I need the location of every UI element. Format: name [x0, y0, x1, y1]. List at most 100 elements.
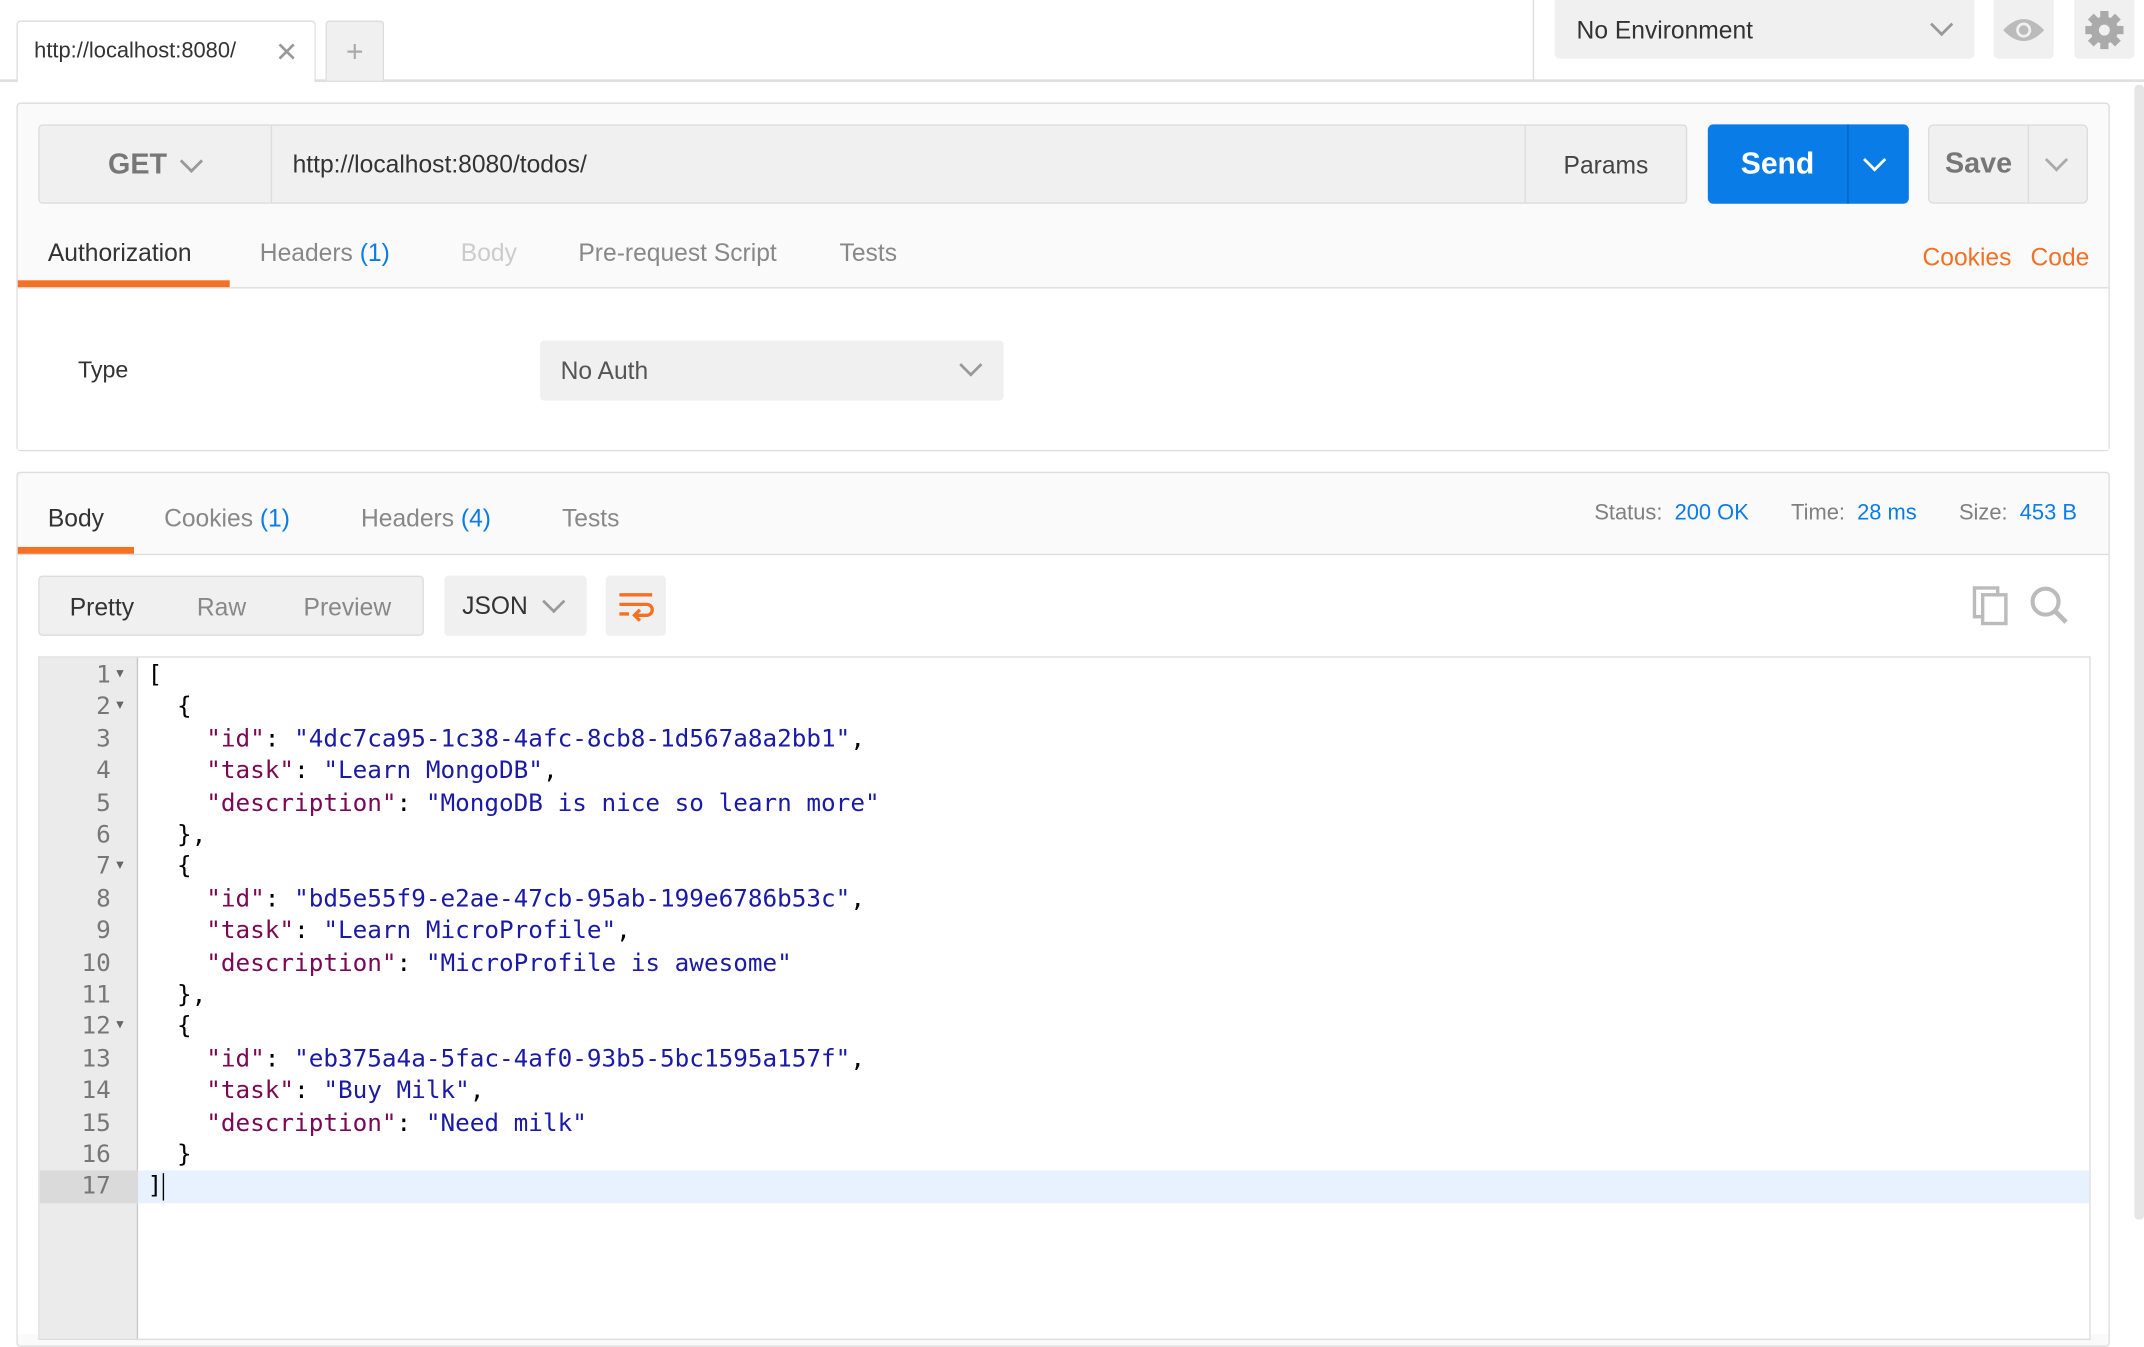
copy-button[interactable] — [1972, 585, 2010, 633]
response-tab-body[interactable]: Body — [48, 505, 104, 534]
auth-type-value: No Auth — [560, 356, 649, 385]
json-punctuation: , — [469, 1076, 485, 1106]
json-key: "id" — [206, 724, 265, 754]
response-code-editor[interactable]: 1 ▼[2 ▼ {3 "id": "4dc7ca95-1c38-4afc-8cb8-… — [38, 656, 2091, 1341]
code-text: "description": "MongoDB is nice so learn… — [148, 787, 880, 819]
search-button[interactable] — [2029, 585, 2070, 633]
line-number: 7 — [96, 852, 111, 882]
response-meta: Status: 200 OK Time: 28 ms Size: 453 B — [1594, 502, 2077, 527]
view-pretty[interactable]: Pretty — [70, 593, 134, 622]
cookies-link[interactable]: Cookies — [1922, 243, 2011, 272]
view-mode-toggle: Pretty Raw Preview — [38, 575, 424, 636]
view-raw[interactable]: Raw — [197, 593, 246, 622]
json-punctuation: , — [542, 756, 558, 786]
json-key: "id" — [206, 1044, 265, 1074]
json-punctuation: { — [176, 852, 192, 882]
code-line: 13 "id": "eb375a4a-5fac-4af0-93b5-5bc159… — [40, 1043, 2090, 1075]
tab-label: Body — [47, 504, 104, 532]
active-tab-indicator — [17, 546, 135, 554]
tab-label: Tests — [561, 504, 620, 532]
code-line: 12 ▼ { — [40, 1011, 2090, 1043]
code-line: 2 ▼ { — [40, 691, 2090, 723]
json-punctuation: : — [396, 1108, 426, 1138]
active-tab-indicator — [17, 280, 230, 288]
json-punctuation: : — [396, 948, 426, 978]
line-number: 2 — [96, 692, 111, 722]
tab-body[interactable]: Body — [461, 239, 517, 268]
code-text: ] — [148, 1171, 164, 1203]
response-tabs-divider — [17, 553, 2109, 556]
chevron-down-icon[interactable] — [1863, 148, 1887, 172]
json-key: "task" — [206, 756, 295, 786]
json-key: "task" — [206, 1076, 295, 1106]
tab-tests[interactable]: Tests — [840, 239, 897, 268]
tab-headers[interactable]: Headers (1) — [260, 239, 390, 268]
code-line: 9 "task": "Learn MicroProfile", — [40, 915, 2090, 947]
chevron-down-icon — [1930, 13, 1954, 37]
method-select[interactable]: GET — [38, 124, 273, 204]
json-string: "Learn MongoDB" — [323, 756, 543, 786]
json-punctuation: : — [294, 916, 324, 946]
code-line: 8 "id": "bd5e55f9-e2ae-47cb-95ab-199e678… — [40, 883, 2090, 915]
json-key: "description" — [206, 1108, 397, 1138]
new-tab-button[interactable]: + — [325, 20, 385, 81]
code-line: 4 "task": "Learn MongoDB", — [40, 755, 2090, 787]
code-text: "description": "MicroProfile is awesome" — [148, 947, 792, 979]
eye-icon — [2003, 18, 2045, 41]
environment-quick-look-button[interactable] — [1993, 0, 2054, 59]
tab-label: Tests — [839, 239, 898, 267]
fold-toggle-icon[interactable]: ▼ — [116, 691, 123, 723]
tab-pre-request-script[interactable]: Pre-request Script — [578, 239, 776, 268]
tab-bar-divider — [0, 79, 2144, 83]
chevron-down-icon[interactable] — [2044, 148, 2069, 172]
json-punctuation: }, — [176, 980, 207, 1010]
json-string: "Buy Milk" — [323, 1076, 470, 1106]
line-number: 13 — [81, 1044, 111, 1074]
code-text: "description": "Need milk" — [148, 1107, 587, 1139]
line-number: 15 — [81, 1108, 111, 1138]
environment-select[interactable]: No Environment — [1554, 0, 1975, 59]
code-link[interactable]: Code — [2031, 243, 2090, 272]
auth-type-label: Type — [77, 356, 129, 383]
request-tab[interactable]: http://localhost:8080/ ✕ — [16, 20, 316, 83]
json-key: "description" — [206, 788, 397, 818]
line-number: 11 — [81, 980, 111, 1010]
code-text: "task": "Buy Milk", — [148, 1075, 485, 1107]
settings-button[interactable] — [2074, 0, 2135, 59]
json-punctuation: : — [264, 884, 295, 914]
close-icon[interactable]: ✕ — [275, 36, 298, 70]
params-button[interactable]: Params — [1524, 124, 1688, 204]
fold-toggle-icon[interactable]: ▼ — [116, 851, 123, 883]
tab-label: Headers — [360, 504, 455, 532]
send-button[interactable]: Send — [1707, 124, 1909, 204]
response-tab-headers[interactable]: Headers (4) — [361, 505, 491, 534]
code-line: 6 }, — [40, 819, 2090, 851]
header-divider — [1532, 0, 1535, 81]
page-scrollbar[interactable] — [2134, 84, 2144, 1220]
line-number: 17 — [81, 1172, 111, 1202]
auth-type-select[interactable]: No Auth — [540, 340, 1004, 401]
json-string: "bd5e55f9-e2ae-47cb-95ab-199e6786b53c" — [294, 884, 851, 914]
json-string: "Learn MicroProfile" — [323, 916, 617, 946]
save-button[interactable]: Save — [1927, 124, 2088, 204]
fold-toggle-icon[interactable]: ▼ — [116, 1011, 123, 1043]
line-number: 12 — [81, 1012, 111, 1042]
code-text: "task": "Learn MongoDB", — [148, 755, 558, 787]
json-punctuation: { — [176, 1012, 192, 1042]
view-preview[interactable]: Preview — [304, 593, 392, 622]
format-select[interactable]: JSON — [444, 575, 587, 636]
code-line: 14 "task": "Buy Milk", — [40, 1075, 2090, 1107]
wrap-lines-button[interactable] — [605, 575, 666, 636]
json-punctuation: : — [264, 724, 295, 754]
code-line: 11 }, — [40, 979, 2090, 1011]
tab-authorization[interactable]: Authorization — [48, 239, 192, 268]
url-input[interactable]: http://localhost:8080/todos/ — [270, 124, 1526, 204]
response-tab-tests[interactable]: Tests — [562, 505, 619, 534]
line-number: 14 — [81, 1076, 111, 1106]
response-tab-cookies[interactable]: Cookies (1) — [164, 505, 290, 534]
fold-toggle-icon[interactable]: ▼ — [116, 659, 123, 691]
